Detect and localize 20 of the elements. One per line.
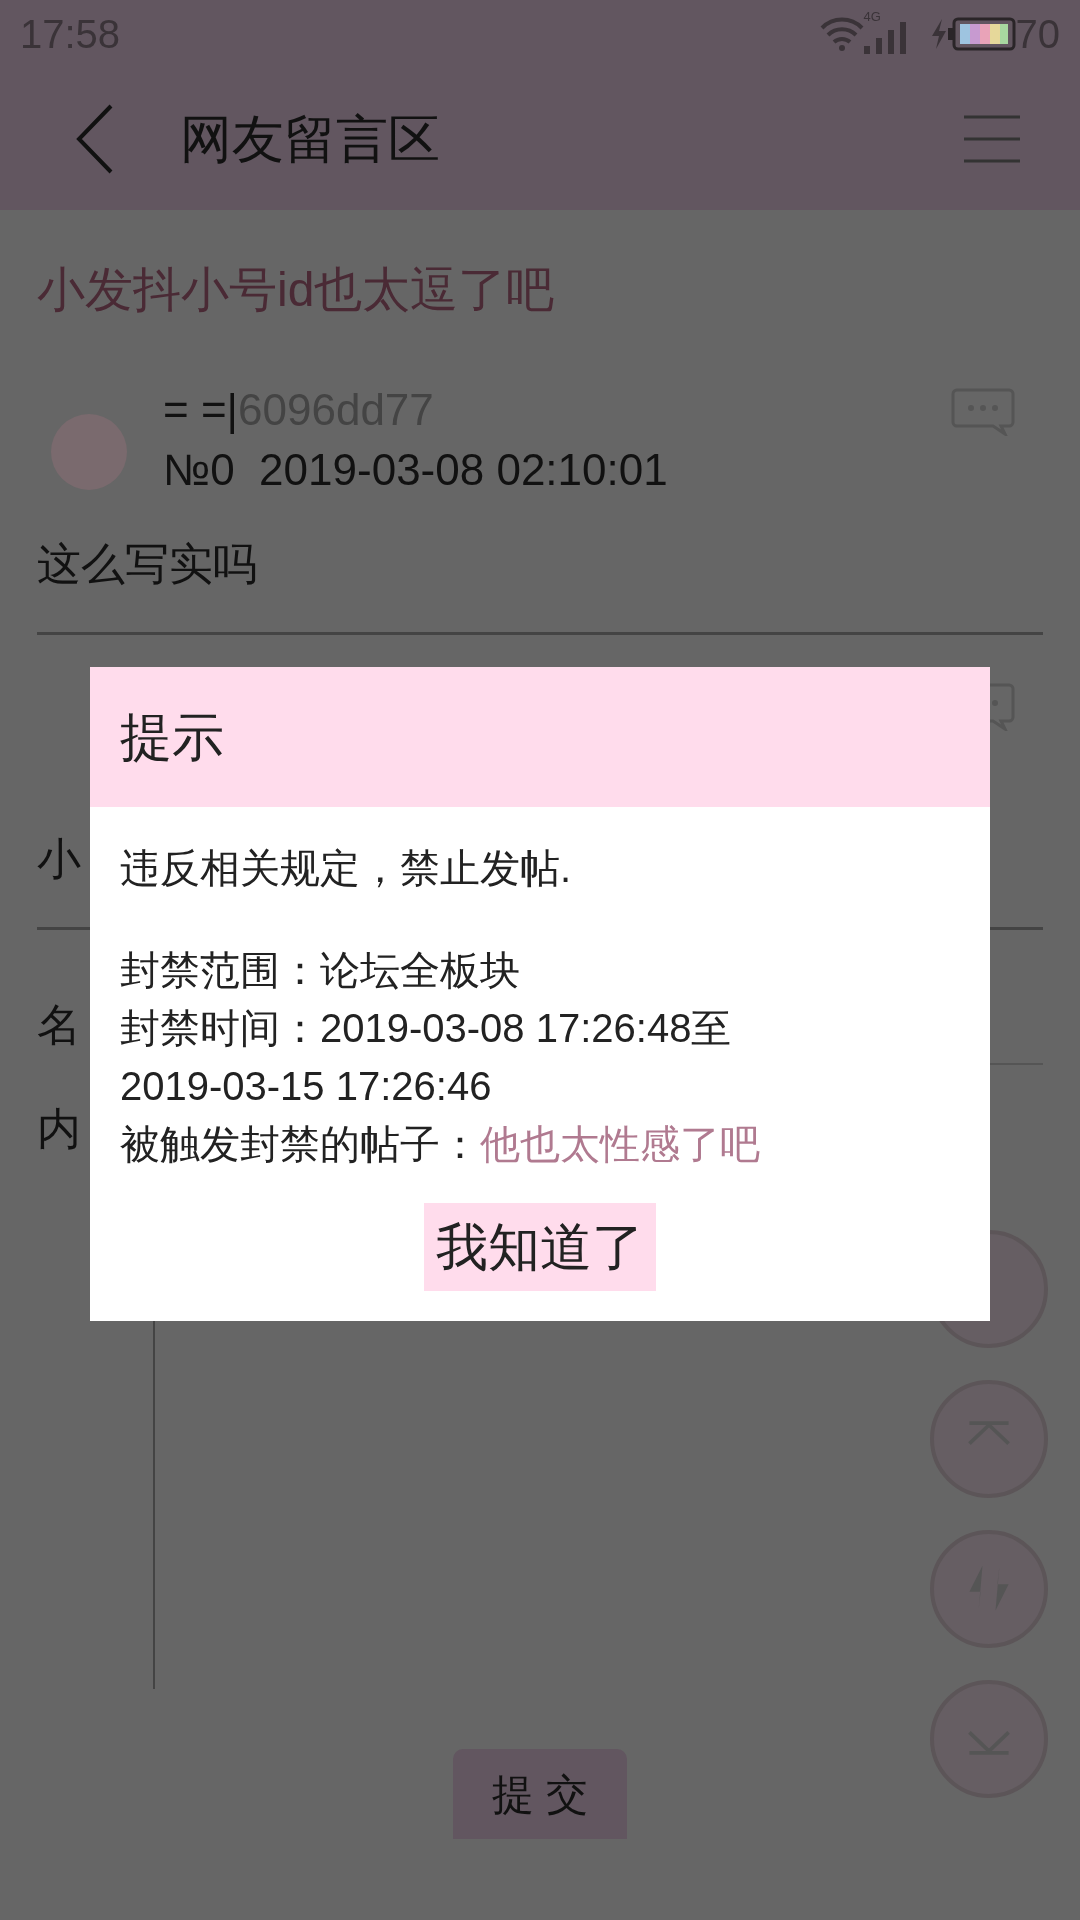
post-body: 小: [37, 833, 81, 885]
ban-scope-text: 封禁范围：论坛全板块: [120, 947, 521, 994]
wifi-icon: [819, 16, 864, 52]
ban-period-text: 封禁时间：2019-03-08 17:26:48至2019-03-15 17:26:46: [120, 1005, 733, 1110]
menu-button[interactable]: [962, 114, 1022, 164]
dialog-title: 提示: [120, 707, 224, 768]
thread-title: 小发抖小号id也太逗了吧: [37, 262, 556, 318]
post-meta: №0 2019-03-08 02:10:01: [163, 444, 669, 496]
user-name-prefix: = =|: [163, 384, 239, 436]
page-title: 网友留言区: [180, 109, 440, 170]
content-label: 内: [37, 1103, 81, 1155]
name-label: 名: [37, 999, 81, 1051]
charging-icon: [929, 19, 948, 49]
trigger-post-link[interactable]: 他也太性感了吧: [480, 1122, 760, 1166]
dialog-message: 违反相关规定，禁止发帖.: [120, 845, 573, 892]
submit-button[interactable]: 提 交: [453, 1749, 627, 1839]
battery-icon: [947, 17, 1016, 51]
post-body: 这么写实吗: [37, 538, 257, 590]
trigger-post-text: 被触发封禁的帖子：他也太性感了吧: [120, 1121, 761, 1168]
confirm-button[interactable]: 我知道了: [424, 1203, 656, 1291]
